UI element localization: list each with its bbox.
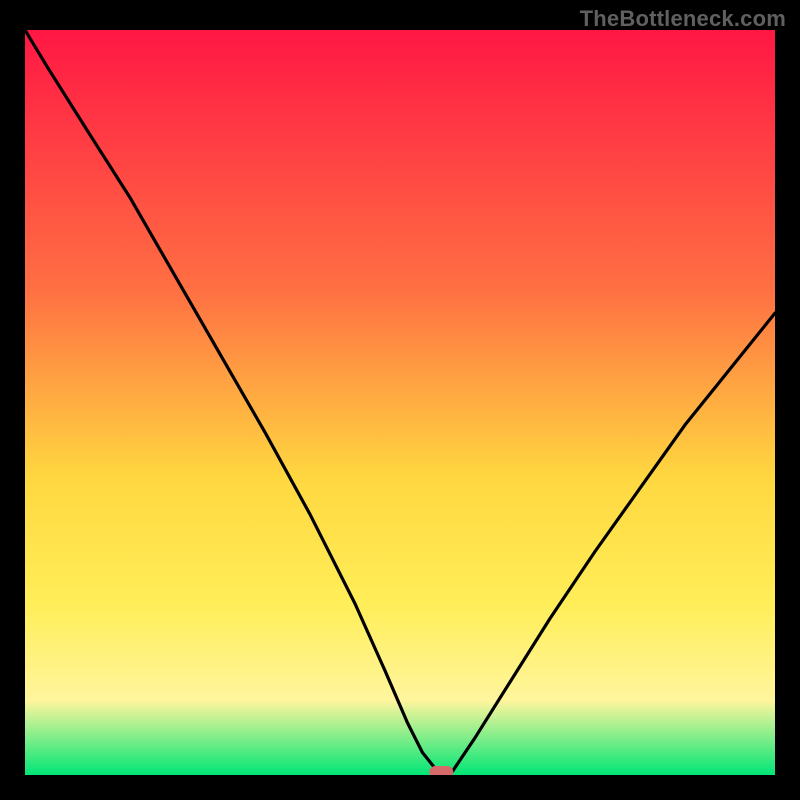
chart-container: TheBottleneck.com (0, 0, 800, 800)
optimal-marker (429, 766, 453, 775)
gradient-background (25, 30, 775, 775)
plot-svg (25, 30, 775, 775)
plot-frame (25, 30, 775, 775)
watermark-text: TheBottleneck.com (580, 6, 786, 32)
